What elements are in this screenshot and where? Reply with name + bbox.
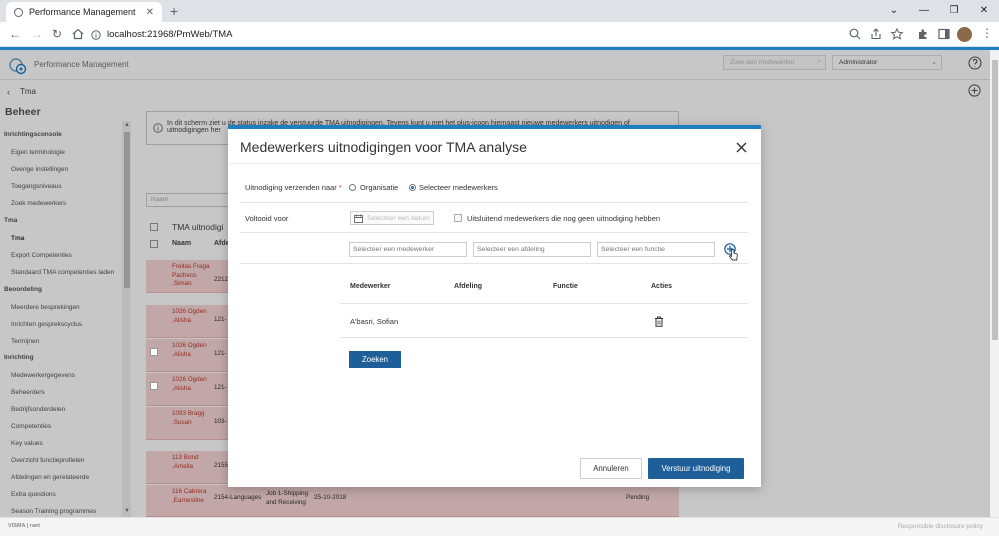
- employee-select[interactable]: Selecteer een medewerker: [349, 242, 467, 257]
- home-icon[interactable]: [71, 27, 85, 41]
- trash-icon[interactable]: [654, 316, 664, 327]
- send-to-text: Uitnodiging verzenden naar: [245, 183, 337, 192]
- side-panel-icon[interactable]: [937, 27, 951, 41]
- address-bar[interactable]: localhost:21968/PmWeb/TMA: [91, 25, 841, 44]
- browser-tab[interactable]: Performance Management ✕: [6, 2, 162, 22]
- page-scrollbar-thumb[interactable]: [992, 60, 998, 340]
- more-menu-icon[interactable]: ⋮: [981, 26, 993, 40]
- close-icon[interactable]: [736, 142, 747, 153]
- extensions-icon[interactable]: [916, 27, 930, 41]
- send-invitation-button[interactable]: Verstuur uitnodiging: [648, 458, 744, 479]
- reload-icon[interactable]: ↻: [52, 27, 62, 41]
- cancel-button[interactable]: Annuleren: [580, 458, 642, 479]
- date-placeholder: Selecteer een datum: [367, 215, 430, 222]
- radio-organisatie-label[interactable]: Organisatie: [360, 183, 398, 192]
- modal-title: Medewerkers uitnodigingen voor TMA analy…: [240, 139, 527, 155]
- col-header-acties: Acties: [651, 283, 673, 290]
- close-window-icon[interactable]: ✕: [969, 0, 999, 22]
- radio-selecteer-medewerkers[interactable]: [409, 184, 416, 191]
- search-button[interactable]: Zoeken: [349, 351, 401, 368]
- browser-toolbar: ← → ↻ localhost:21968/PmWeb/TMA ⋮: [0, 22, 999, 47]
- radio-organisatie[interactable]: [349, 184, 356, 191]
- required-mark: *: [338, 183, 342, 192]
- divider: [240, 263, 748, 264]
- visma-raet-logo: VISMA | raet: [8, 523, 40, 529]
- tab-title: Performance Management: [29, 7, 136, 17]
- row-checkbox[interactable]: [150, 382, 158, 390]
- profile-avatar[interactable]: [957, 27, 972, 42]
- table-divider: [340, 303, 748, 304]
- radio-selecteer-label[interactable]: Selecteer medewerkers: [419, 183, 498, 192]
- tab-close-icon[interactable]: ✕: [146, 7, 154, 18]
- only-uninvited-checkbox[interactable]: [454, 214, 462, 222]
- table-divider: [340, 337, 748, 338]
- pointer-cursor-icon: [729, 249, 738, 261]
- browser-tab-bar: Performance Management ✕ + ⌄ — ❐ ✕: [0, 0, 999, 22]
- back-icon[interactable]: ←: [9, 27, 21, 41]
- minimize-icon[interactable]: —: [909, 0, 939, 22]
- completed-label: Voltooid voor: [245, 214, 289, 223]
- footer-bar: VISMA | raet Responsible disclosure poli…: [0, 517, 999, 536]
- divider: [240, 202, 748, 203]
- new-tab-button[interactable]: +: [170, 3, 178, 19]
- row-checkbox[interactable]: [150, 348, 158, 356]
- chevron-down-icon[interactable]: ⌄: [879, 0, 909, 22]
- only-uninvited-label[interactable]: Uitsluitend medewerkers die nog geen uit…: [467, 214, 660, 223]
- zoom-icon[interactable]: [848, 27, 862, 41]
- calendar-icon[interactable]: [354, 214, 363, 223]
- window-controls: ⌄ — ❐ ✕: [879, 0, 999, 22]
- share-icon[interactable]: [869, 27, 883, 41]
- disclosure-link[interactable]: Responsible disclosure policy: [898, 523, 983, 530]
- globe-icon: [14, 7, 23, 17]
- invite-modal: Medewerkers uitnodigingen voor TMA analy…: [228, 125, 761, 487]
- date-picker-input[interactable]: Selecteer een datum: [350, 211, 434, 225]
- modal-header-divider: [228, 163, 761, 164]
- department-select[interactable]: Selecteer een afdeling: [473, 242, 591, 257]
- col-header-afdeling: Afdeling: [454, 283, 482, 290]
- send-to-label: Uitnodiging verzenden naar *: [245, 183, 342, 192]
- col-header-medewerker: Medewerker: [350, 283, 391, 290]
- url-text: localhost:21968/PmWeb/TMA: [107, 29, 233, 40]
- col-header-functie: Functie: [553, 283, 578, 290]
- forward-icon[interactable]: →: [31, 27, 43, 41]
- divider: [240, 232, 748, 233]
- bookmark-star-icon[interactable]: [890, 27, 904, 41]
- table-cell-medewerker: A'basri, Sofian: [350, 317, 399, 326]
- restore-icon[interactable]: ❐: [939, 0, 969, 22]
- info-icon[interactable]: [91, 29, 101, 40]
- function-select[interactable]: Selecteer een functie: [597, 242, 715, 257]
